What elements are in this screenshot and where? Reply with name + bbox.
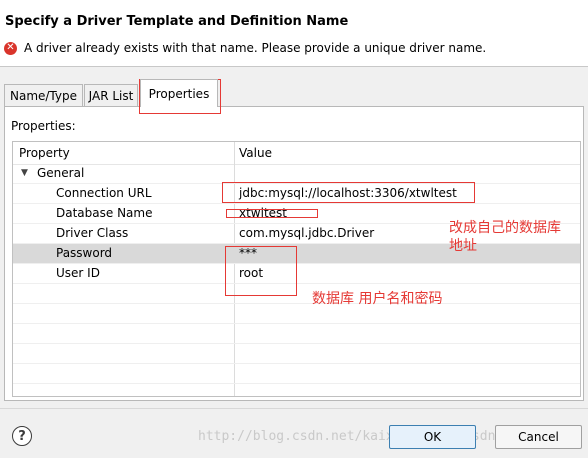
group-row-general[interactable]: ▼ General xyxy=(13,164,580,184)
error-message: A driver already exists with that name. … xyxy=(24,41,487,55)
property-name: Driver Class xyxy=(56,226,129,240)
property-name: Connection URL xyxy=(56,186,152,200)
annotation-box-credentials xyxy=(225,246,297,296)
empty-row xyxy=(13,344,580,364)
help-icon[interactable]: ? xyxy=(12,426,32,446)
column-header-property[interactable]: Property xyxy=(19,146,70,160)
empty-row xyxy=(13,304,580,324)
annotation-note-line: 改成自己的数据库 xyxy=(449,220,561,236)
property-name: Password xyxy=(56,246,113,260)
property-name: Database Name xyxy=(56,206,153,220)
table-header: Property Value xyxy=(13,142,580,165)
tab-properties[interactable]: Properties xyxy=(140,79,218,107)
property-value[interactable]: com.mysql.jdbc.Driver xyxy=(239,226,374,240)
annotation-box-url xyxy=(222,182,475,203)
annotation-note-address: 改成自己的数据库 地址 xyxy=(449,219,561,255)
empty-row xyxy=(13,364,580,384)
properties-section-label: Properties: xyxy=(11,119,76,133)
property-name: User ID xyxy=(56,266,100,280)
annotation-note-line: 地址 xyxy=(449,238,477,254)
footer-separator xyxy=(0,408,588,409)
column-header-value[interactable]: Value xyxy=(239,146,272,160)
chevron-down-icon[interactable]: ▼ xyxy=(21,168,28,178)
empty-row xyxy=(13,324,580,344)
tab-jar-list[interactable]: JAR List xyxy=(84,84,138,106)
group-label: General xyxy=(37,166,85,180)
dialog-title: Specify a Driver Template and Definition… xyxy=(5,14,349,29)
cancel-button[interactable]: Cancel xyxy=(495,425,582,449)
annotation-box-dbname xyxy=(226,209,318,218)
annotation-note-credentials: 数据库 用户名和密码 xyxy=(312,291,443,307)
tab-name-type[interactable]: Name/Type xyxy=(4,84,83,106)
error-icon: ✕ xyxy=(4,41,17,55)
ok-button[interactable]: OK xyxy=(389,425,476,449)
dialog-header: Specify a Driver Template and Definition… xyxy=(0,0,588,66)
error-message-row: ✕ A driver already exists with that name… xyxy=(4,40,486,56)
